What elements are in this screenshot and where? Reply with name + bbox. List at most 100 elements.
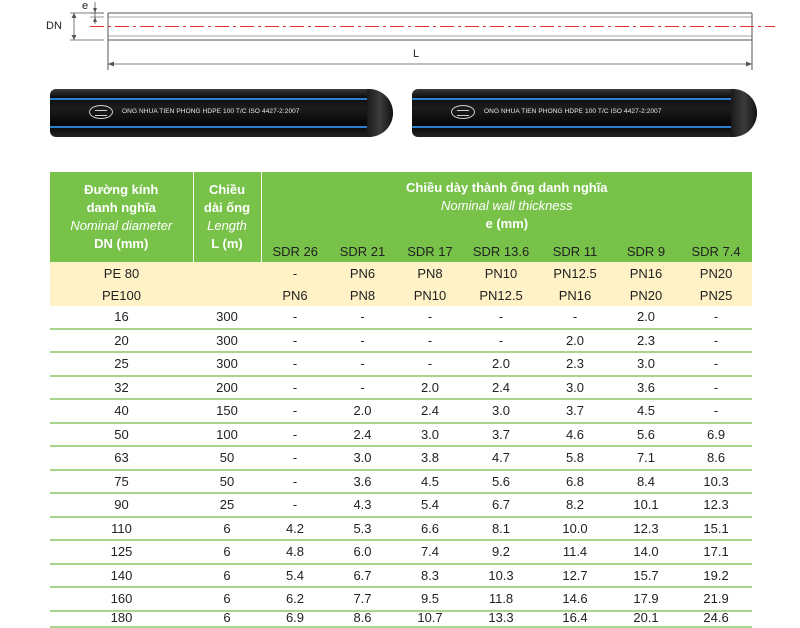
nominal-diameter-cell: 125: [50, 540, 193, 565]
wall-thickness-cell: -: [680, 328, 753, 353]
wall-thickness-cell: 3.6: [612, 375, 680, 400]
length-cell: 150: [193, 399, 261, 424]
wall-thickness-cell: 14.0: [612, 540, 680, 565]
wall-thickness-cell: 2.4: [464, 375, 538, 400]
dimension-diagram: [70, 2, 775, 70]
pe80-pressure-cell: PN10: [464, 262, 538, 284]
wall-thickness-cell: 3.0: [538, 375, 612, 400]
length-cell: 6: [193, 563, 261, 588]
wall-thickness-cell: 8.2: [538, 493, 612, 518]
tien-phong-logo-icon: [451, 105, 475, 119]
header-length: Chiều dài ống Length L (m): [193, 172, 262, 262]
wall-thickness-cell: 5.4: [396, 493, 464, 518]
length-cell: 6: [193, 587, 261, 612]
wall-thickness-cell: -: [396, 306, 464, 330]
label-l: L: [413, 48, 420, 60]
pe100-pressure-cell: PN25: [680, 284, 753, 306]
wall-thickness-cell: -: [464, 328, 538, 353]
wall-thickness-cell: -: [329, 306, 396, 330]
wall-thickness-cell: 6.9: [261, 610, 329, 628]
nominal-diameter-cell: 25: [50, 352, 193, 377]
header-wall-thickness: Chiều dày thành ống danh nghĩa Nominal w…: [261, 172, 752, 240]
wall-thickness-cell: 3.0: [396, 422, 464, 447]
table-row: 63 50-3.0 3.8 4.7 5.8 7.1 8.6: [50, 446, 753, 471]
wall-thickness-cell: 21.9: [680, 587, 753, 612]
table-row: 160 6 6.2 7.7 9.5 11.8 14.6 17.9 21.9: [50, 587, 753, 612]
wall-thickness-cell: 3.0: [612, 352, 680, 377]
wall-thickness-cell: 16.4: [538, 610, 612, 628]
sdr-header-cell: SDR 17: [396, 240, 464, 262]
wall-thickness-cell: 10.3: [680, 469, 753, 494]
pe100-pressure-cell: PN12.5: [464, 284, 538, 306]
wall-thickness-cell: 3.8: [396, 446, 464, 471]
table-row: 32 200- -2.0 2.4 3.0 3.6-: [50, 375, 753, 400]
wall-thickness-cell: -: [680, 375, 753, 400]
pipe-stripe: [412, 98, 739, 100]
wall-thickness-cell: 10.1: [612, 493, 680, 518]
wall-thickness-cell: 13.3: [464, 610, 538, 628]
wall-thickness-cell: 2.4: [396, 399, 464, 424]
wall-thickness-cell: -: [464, 306, 538, 330]
wall-thickness-cell: -: [329, 375, 396, 400]
wall-thickness-cell: 12.3: [612, 516, 680, 541]
dn-arrow-bottom: [71, 35, 77, 40]
wall-thickness-cell: 3.7: [464, 422, 538, 447]
l-arrow-left: [108, 61, 114, 67]
wall-thickness-cell: 3.0: [464, 399, 538, 424]
pipe-dimension-drawing: e DN L: [0, 0, 800, 80]
wall-thickness-cell: 6.7: [329, 563, 396, 588]
wall-thickness-cell: 5.6: [464, 469, 538, 494]
wall-thickness-cell: 11.8: [464, 587, 538, 612]
table-row: 40 150-2.0 2.4 3.0 3.7 4.5-: [50, 399, 753, 424]
length-cell: 200: [193, 375, 261, 400]
nominal-diameter-cell: 16: [50, 306, 193, 330]
header-wall-en: Nominal wall thickness: [441, 198, 573, 213]
wall-thickness-cell: 5.4: [261, 563, 329, 588]
wall-thickness-cell: 6.9: [680, 422, 753, 447]
label-e: e: [82, 0, 89, 12]
wall-thickness-cell: -: [396, 328, 464, 353]
wall-thickness-cell: 6.6: [396, 516, 464, 541]
wall-thickness-cell: 4.5: [612, 399, 680, 424]
pe80-blank: [193, 262, 261, 284]
wall-thickness-cell: -: [329, 328, 396, 353]
wall-thickness-cell: -: [261, 306, 329, 330]
wall-thickness-cell: -: [261, 446, 329, 471]
header-len-en: Length: [207, 218, 247, 233]
wall-thickness-cell: 4.8: [261, 540, 329, 565]
wall-thickness-cell: 2.0: [612, 306, 680, 330]
nominal-diameter-cell: 20: [50, 328, 193, 353]
table-row: 25 300- - -2.0 2.3 3.0-: [50, 352, 753, 377]
pe100-pressure-cell: PN6: [261, 284, 329, 306]
wall-thickness-cell: 4.7: [464, 446, 538, 471]
wall-thickness-cell: 8.6: [329, 610, 396, 628]
wall-thickness-cell: -: [680, 352, 753, 377]
sdr-header-cell: SDR 21: [329, 240, 396, 262]
wall-thickness-cell: 8.1: [464, 516, 538, 541]
sdr-header-cell: SDR 11: [538, 240, 612, 262]
nominal-diameter-cell: 180: [50, 610, 193, 628]
header-wall-unit: e (mm): [485, 216, 529, 231]
sdr-header-cell: SDR 9: [612, 240, 680, 262]
nominal-diameter-cell: 40: [50, 399, 193, 424]
wall-thickness-cell: 5.6: [612, 422, 680, 447]
sdr-header-cell: SDR 13.6: [464, 240, 538, 262]
wall-thickness-cell: -: [261, 375, 329, 400]
wall-thickness-cell: 7.1: [612, 446, 680, 471]
wall-thickness-table: Đường kính danh nghĩa Nominal diameter D…: [50, 172, 753, 628]
wall-thickness-cell: 3.6: [329, 469, 396, 494]
wall-thickness-cell: 19.2: [680, 563, 753, 588]
length-cell: 300: [193, 352, 261, 377]
pe80-pressure-cell: -: [261, 262, 329, 284]
wall-thickness-cell: 3.7: [538, 399, 612, 424]
header-dn-unit: DN (mm): [94, 236, 149, 251]
pe80-row: PE 80 - PN6 PN8 PN10 PN12.5 PN16 PN20: [50, 262, 753, 284]
wall-thickness-cell: 24.6: [680, 610, 753, 628]
wall-thickness-cell: 14.6: [538, 587, 612, 612]
pipe-image-left: ONG NHUA TIEN PHONG HDPE 100 T/C ISO 442…: [50, 89, 393, 137]
header-len-unit: L (m): [211, 236, 243, 251]
pe80-pressure-cell: PN12.5: [538, 262, 612, 284]
length-cell: 300: [193, 328, 261, 353]
header-nominal-diameter: Đường kính danh nghĩa Nominal diameter D…: [50, 172, 194, 262]
length-cell: 25: [193, 493, 261, 518]
